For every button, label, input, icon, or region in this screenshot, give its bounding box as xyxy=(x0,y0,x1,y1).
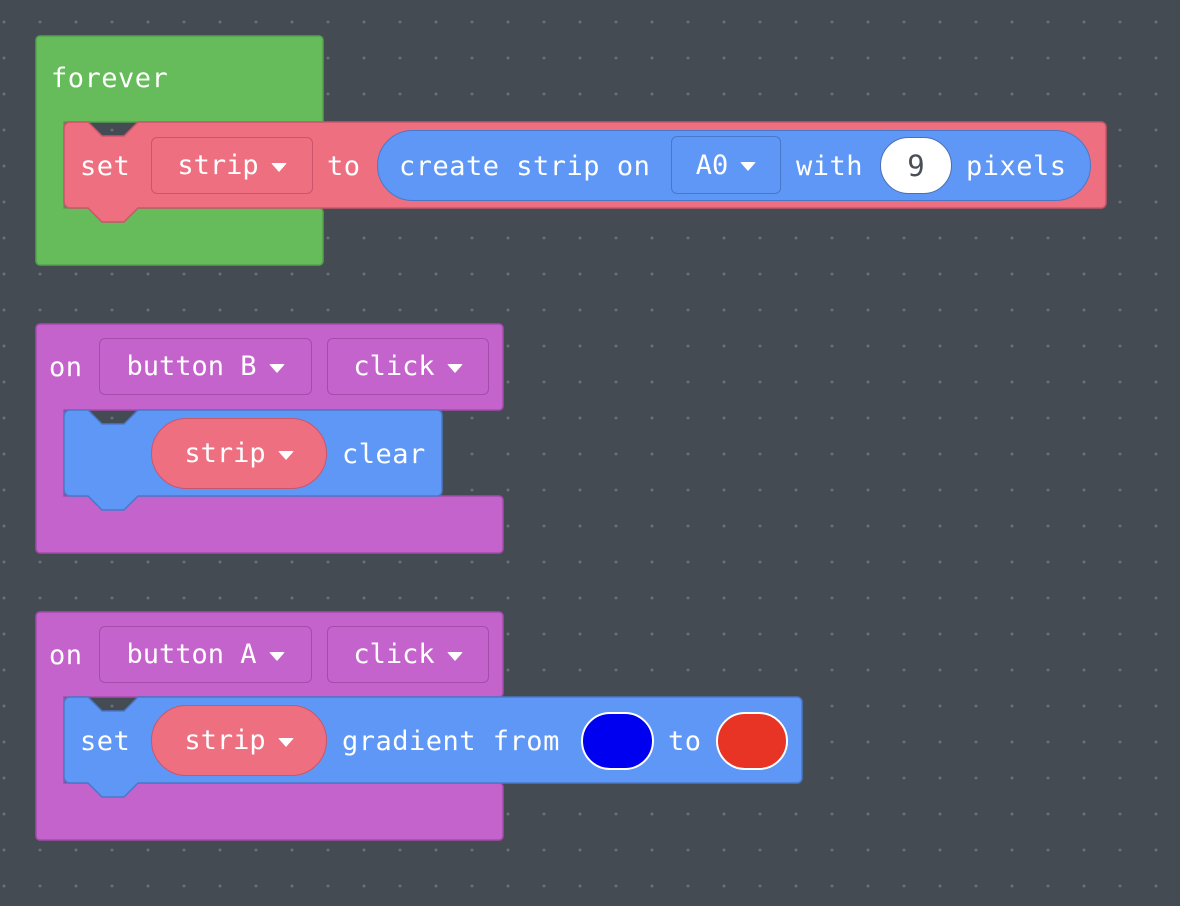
event-dropdown-a[interactable]: click xyxy=(327,626,489,683)
from-color-picker[interactable] xyxy=(581,712,654,770)
strip-variable-value: strip xyxy=(184,725,266,756)
button-dropdown-value: button A xyxy=(126,639,257,670)
pin-dropdown-value: A0 xyxy=(695,149,729,181)
strip-variable-reporter[interactable]: strip xyxy=(151,705,327,776)
pixel-count-value: 9 xyxy=(907,148,925,183)
event-dropdown-value: click xyxy=(353,351,435,382)
chevron-down-icon xyxy=(277,450,294,460)
button-a-dropdown[interactable]: button A xyxy=(99,626,312,683)
chevron-down-icon xyxy=(270,162,287,172)
clear-label: clear xyxy=(342,439,426,470)
button-dropdown-value: button B xyxy=(126,351,257,382)
with-label: with xyxy=(796,151,864,182)
on-label: on xyxy=(49,640,83,671)
to-color-picker[interactable] xyxy=(716,712,788,770)
pixel-count-input[interactable]: 9 xyxy=(880,137,952,194)
strip-variable-value: strip xyxy=(184,438,266,469)
event-dropdown-b[interactable]: click xyxy=(327,338,489,395)
pixels-label: pixels xyxy=(966,151,1067,182)
variable-dropdown-strip[interactable]: strip xyxy=(151,137,313,194)
chevron-down-icon xyxy=(268,651,285,661)
gradient-from-label: gradient from xyxy=(342,726,560,757)
chevron-down-icon xyxy=(277,737,294,747)
chevron-down-icon xyxy=(446,363,463,373)
strip-variable-reporter[interactable]: strip xyxy=(151,418,327,489)
button-b-dropdown[interactable]: button B xyxy=(99,338,312,395)
set-label: set xyxy=(80,151,131,182)
chevron-down-icon xyxy=(268,363,285,373)
create-strip-label: create strip on xyxy=(399,151,651,182)
event-dropdown-value: click xyxy=(353,639,435,670)
chevron-down-icon xyxy=(740,162,757,171)
chevron-down-icon xyxy=(446,651,463,661)
variable-dropdown-value: strip xyxy=(177,150,259,181)
to-label: to xyxy=(668,726,702,757)
pin-dropdown[interactable]: A0 xyxy=(671,136,781,194)
to-label: to xyxy=(327,151,361,182)
forever-label: forever xyxy=(51,63,169,94)
on-label: on xyxy=(49,352,83,383)
set-label: set xyxy=(80,726,131,757)
